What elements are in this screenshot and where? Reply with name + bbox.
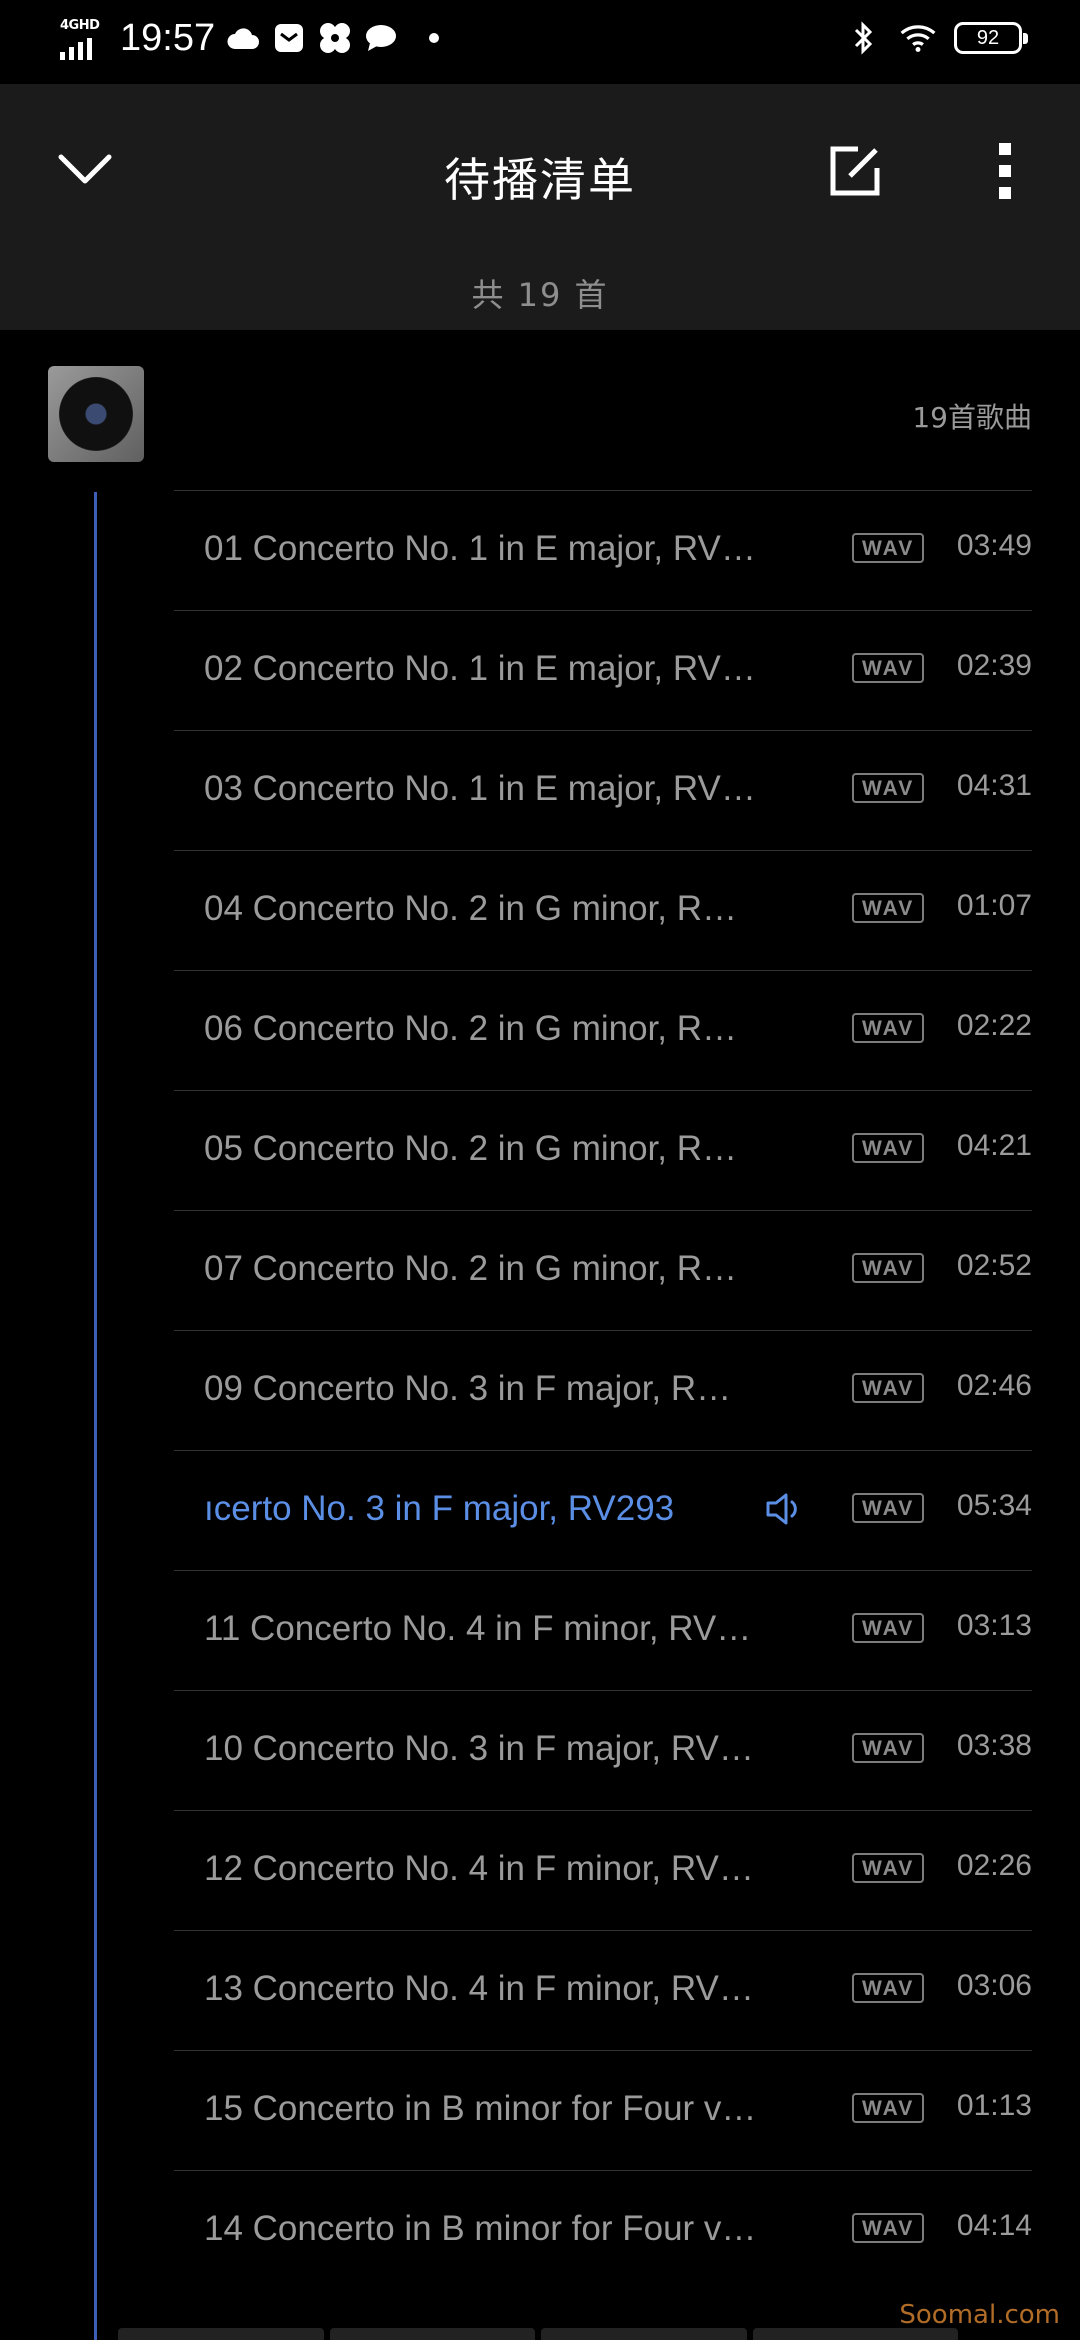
track-title: 07 Concerto No. 2 in G minor, R… bbox=[204, 1249, 737, 1288]
track-duration: 03:06 bbox=[956, 1969, 1032, 2002]
track-list: 01 Concerto No. 1 in E major, RV… WAV 03:4… bbox=[174, 490, 1032, 2290]
notification-dot-icon bbox=[429, 33, 440, 43]
track-row[interactable]: 12 Concerto No. 4 in F minor, RV… WAV 02:2… bbox=[174, 1810, 1032, 1930]
network-type: 4GHD bbox=[60, 18, 100, 33]
vinyl-disc-icon bbox=[59, 377, 133, 451]
track-duration: 05:34 bbox=[956, 1489, 1032, 1522]
track-title: 03 Concerto No. 1 in E major, RV… bbox=[204, 769, 756, 808]
track-title: 14 Concerto in B minor for Four v… bbox=[204, 2209, 757, 2248]
clock: 19:57 bbox=[120, 16, 216, 59]
mail-app-icon bbox=[271, 20, 307, 56]
chat-bubble-icon bbox=[363, 20, 399, 56]
timeline-line bbox=[94, 492, 97, 2340]
track-title: 02 Concerto No. 1 in E major, RV… bbox=[204, 649, 756, 688]
track-row[interactable]: 15 Concerto in B minor for Four v… WAV 01:… bbox=[174, 2050, 1032, 2170]
edit-button[interactable] bbox=[820, 136, 890, 206]
format-badge: WAV bbox=[852, 773, 925, 803]
more-options-button[interactable] bbox=[970, 136, 1040, 206]
status-bar: 4GHD 19:57 92 bbox=[0, 0, 1080, 84]
track-row-playing[interactable]: ıcerto No. 3 in F major, RV293 WAV 05:34 bbox=[174, 1450, 1032, 1570]
track-row[interactable]: 10 Concerto No. 3 in F major, RV… WAV 03:3… bbox=[174, 1690, 1032, 1810]
speaker-icon bbox=[764, 1489, 804, 1529]
track-row[interactable]: 01 Concerto No. 1 in E major, RV… WAV 03:4… bbox=[174, 490, 1032, 610]
track-title: 05 Concerto No. 2 in G minor, R… bbox=[204, 1129, 737, 1168]
track-duration: 02:52 bbox=[956, 1249, 1032, 1282]
track-row[interactable]: 05 Concerto No. 2 in G minor, R… WAV 04:21 bbox=[174, 1090, 1032, 1210]
edit-icon bbox=[830, 146, 880, 196]
track-row[interactable]: 13 Concerto No. 4 in F minor, RV… WAV 03:0… bbox=[174, 1930, 1032, 2050]
track-row[interactable]: 11 Concerto No. 4 in F minor, RV… WAV 03:1… bbox=[174, 1570, 1032, 1690]
track-row[interactable]: 06 Concerto No. 2 in G minor, R… WAV 02:22 bbox=[174, 970, 1032, 1090]
track-title: 04 Concerto No. 2 in G minor, R… bbox=[204, 889, 737, 928]
track-row[interactable]: 02 Concerto No. 1 in E major, RV… WAV 02:3… bbox=[174, 610, 1032, 730]
bottom-edge bbox=[118, 2328, 958, 2340]
format-badge: WAV bbox=[852, 1973, 925, 2003]
status-left: 4GHD 19:57 bbox=[58, 16, 440, 60]
track-title: ıcerto No. 3 in F major, RV293 bbox=[204, 1489, 675, 1528]
bluetooth-icon bbox=[846, 20, 882, 56]
track-duration: 01:07 bbox=[956, 889, 1032, 922]
queue-header: 待播清单 共 19 首 bbox=[0, 84, 1080, 330]
track-title: 10 Concerto No. 3 in F major, RV… bbox=[204, 1729, 754, 1768]
format-badge: WAV bbox=[852, 1733, 925, 1763]
track-title: 15 Concerto in B minor for Four v… bbox=[204, 2089, 757, 2128]
track-duration: 03:38 bbox=[956, 1729, 1032, 1762]
format-badge: WAV bbox=[852, 1013, 925, 1043]
more-vertical-icon bbox=[999, 143, 1011, 199]
group-track-count: 19首歌曲 bbox=[912, 401, 1032, 434]
format-badge: WAV bbox=[852, 1133, 925, 1163]
battery-icon: 92 bbox=[954, 22, 1028, 54]
format-badge: WAV bbox=[852, 533, 925, 563]
page-title: 待播清单 bbox=[444, 153, 636, 207]
format-badge: WAV bbox=[852, 1613, 925, 1643]
watermark: Soomal.com bbox=[899, 2300, 1060, 2330]
cellular-signal-icon: 4GHD bbox=[58, 16, 104, 60]
track-row[interactable]: 09 Concerto No. 3 in F major, R… WAV 02:46 bbox=[174, 1330, 1032, 1450]
format-badge: WAV bbox=[852, 653, 925, 683]
track-duration: 02:39 bbox=[956, 649, 1032, 682]
format-badge: WAV bbox=[852, 2213, 925, 2243]
track-title: 09 Concerto No. 3 in F major, R… bbox=[204, 1369, 732, 1408]
track-title: 12 Concerto No. 4 in F minor, RV… bbox=[204, 1849, 754, 1888]
track-row[interactable]: 04 Concerto No. 2 in G minor, R… WAV 01:07 bbox=[174, 850, 1032, 970]
cloud-icon bbox=[225, 20, 261, 56]
status-right: 92 bbox=[846, 20, 1028, 56]
track-duration: 03:13 bbox=[956, 1609, 1032, 1642]
track-title: 01 Concerto No. 1 in E major, RV… bbox=[204, 529, 756, 568]
format-badge: WAV bbox=[852, 1853, 925, 1883]
track-row[interactable]: 14 Concerto in B minor for Four v… WAV 04:… bbox=[174, 2170, 1032, 2290]
format-badge: WAV bbox=[852, 893, 925, 923]
format-badge: WAV bbox=[852, 2093, 925, 2123]
battery-level: 92 bbox=[976, 26, 1000, 49]
track-count: 共 19 首 bbox=[471, 276, 609, 314]
track-title: 06 Concerto No. 2 in G minor, R… bbox=[204, 1009, 737, 1048]
track-title: 11 Concerto No. 4 in F minor, RV… bbox=[204, 1609, 752, 1648]
wifi-icon bbox=[900, 20, 936, 56]
track-duration: 04:21 bbox=[956, 1129, 1032, 1162]
track-duration: 02:22 bbox=[956, 1009, 1032, 1042]
track-duration: 02:26 bbox=[956, 1849, 1032, 1882]
format-badge: WAV bbox=[852, 1253, 925, 1283]
track-duration: 02:46 bbox=[956, 1369, 1032, 1402]
track-duration: 04:31 bbox=[956, 769, 1032, 802]
track-duration: 03:49 bbox=[956, 529, 1032, 562]
format-badge: WAV bbox=[852, 1373, 925, 1403]
track-row[interactable]: 07 Concerto No. 2 in G minor, R… WAV 02:52 bbox=[174, 1210, 1032, 1330]
pinwheel-icon bbox=[317, 20, 353, 56]
format-badge: WAV bbox=[852, 1493, 925, 1523]
album-art[interactable] bbox=[48, 366, 144, 462]
track-duration: 04:14 bbox=[956, 2209, 1032, 2242]
track-title: 13 Concerto No. 4 in F minor, RV… bbox=[204, 1969, 754, 2008]
track-row[interactable]: 03 Concerto No. 1 in E major, RV… WAV 04:3… bbox=[174, 730, 1032, 850]
track-duration: 01:13 bbox=[956, 2089, 1032, 2122]
